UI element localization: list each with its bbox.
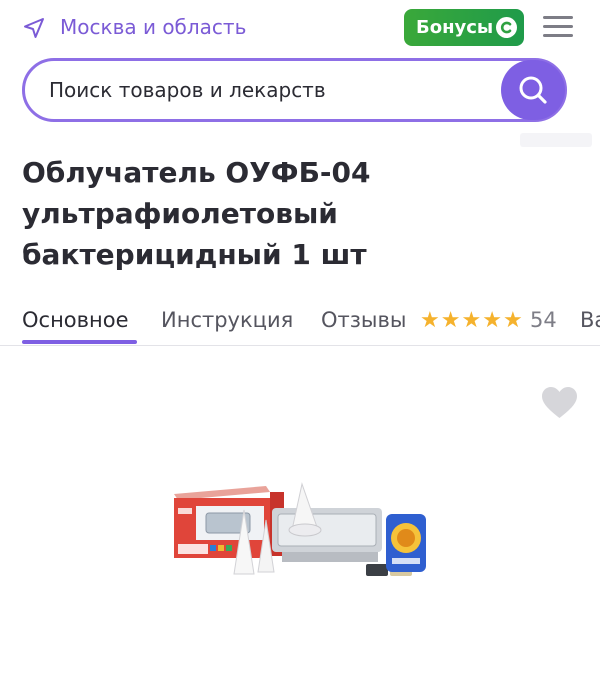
bonus-button[interactable]: Бонусы [404,9,524,46]
product-title: Облучатель ОУФБ-04 ультрафиолетовый бакт… [22,156,371,271]
tab-reviews[interactable]: Отзывы [321,308,406,332]
rating-stars[interactable]: ★ ★ ★ ★ ★ [420,310,523,332]
location-arrow-icon[interactable] [22,16,46,40]
product-tabs: Основное Инструкция Отзывы ★ ★ ★ ★ ★ 54 … [0,298,600,346]
favorite-heart-icon[interactable] [541,386,578,419]
reviews-count[interactable]: 54 [530,308,557,332]
search-icon [519,76,547,104]
bonus-label: Бонусы [416,17,494,38]
menu-icon[interactable] [543,14,573,40]
tab-more[interactable]: Ва [580,308,600,332]
tab-instruction[interactable]: Инструкция [161,308,293,332]
star-icon: ★ [482,308,502,333]
location-selector[interactable]: Москва и область [60,15,246,39]
product-image[interactable] [170,480,432,585]
star-icon: ★ [440,308,461,333]
top-bar: Москва и область Бонусы [0,0,600,56]
divider-strip [520,133,592,147]
search-bar [22,58,567,122]
active-tab-indicator [22,340,137,344]
search-input[interactable] [49,61,469,119]
search-button[interactable] [501,60,565,120]
star-icon: ★ [420,308,440,333]
star-icon: ★ [502,308,523,333]
star-icon: ★ [461,308,482,333]
tab-main[interactable]: Основное [22,308,129,332]
bonus-coin-icon [496,17,517,38]
